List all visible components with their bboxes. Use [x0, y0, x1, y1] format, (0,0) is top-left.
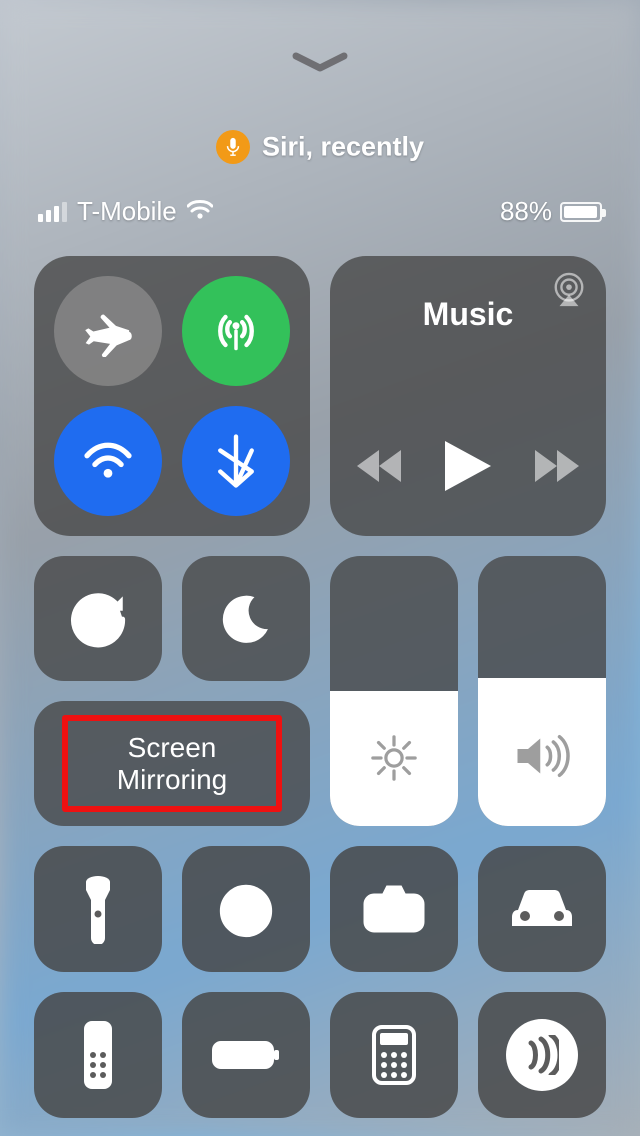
brightness-slider[interactable]: [330, 556, 458, 826]
low-power-mode-button[interactable]: [182, 992, 310, 1118]
rewind-button[interactable]: [357, 450, 401, 487]
flashlight-button[interactable]: [34, 846, 162, 972]
nfc-icon: [506, 1019, 578, 1091]
battery-percent: 88%: [500, 196, 552, 227]
forward-button[interactable]: [535, 450, 579, 487]
wifi-status-icon: [187, 196, 213, 227]
media-controls-tile[interactable]: Music: [330, 256, 606, 536]
bluetooth-toggle[interactable]: [182, 406, 290, 516]
battery-icon: [560, 202, 602, 222]
siri-label: Siri, recently: [262, 132, 424, 162]
nfc-button[interactable]: [478, 992, 606, 1118]
media-title: Music: [423, 296, 514, 333]
volume-icon: [478, 732, 606, 780]
timer-button[interactable]: [182, 846, 310, 972]
driving-mode-button[interactable]: [478, 846, 606, 972]
screen-mirroring-label: ScreenMirroring: [117, 732, 227, 795]
volume-slider[interactable]: [478, 556, 606, 826]
airplane-mode-toggle[interactable]: [54, 276, 162, 386]
apple-tv-remote-button[interactable]: [34, 992, 162, 1118]
cellular-signal-icon: [38, 202, 67, 222]
rotation-lock-toggle[interactable]: [34, 556, 162, 681]
camera-button[interactable]: [330, 846, 458, 972]
carrier-label: T-Mobile: [77, 196, 177, 227]
status-bar: T-Mobile 88%: [38, 196, 602, 227]
brightness-icon: [330, 732, 458, 784]
microphone-icon: [216, 130, 250, 164]
calculator-button[interactable]: [330, 992, 458, 1118]
collapse-chevron-icon[interactable]: [290, 50, 350, 74]
airplay-icon[interactable]: [550, 272, 588, 313]
wifi-toggle[interactable]: [54, 406, 162, 516]
do-not-disturb-toggle[interactable]: [182, 556, 310, 681]
connectivity-group[interactable]: [34, 256, 310, 536]
cellular-data-toggle[interactable]: [182, 276, 290, 386]
screen-mirroring-button[interactable]: ScreenMirroring: [34, 701, 310, 826]
siri-suggestion[interactable]: Siri, recently: [0, 130, 640, 164]
play-button[interactable]: [445, 441, 491, 496]
